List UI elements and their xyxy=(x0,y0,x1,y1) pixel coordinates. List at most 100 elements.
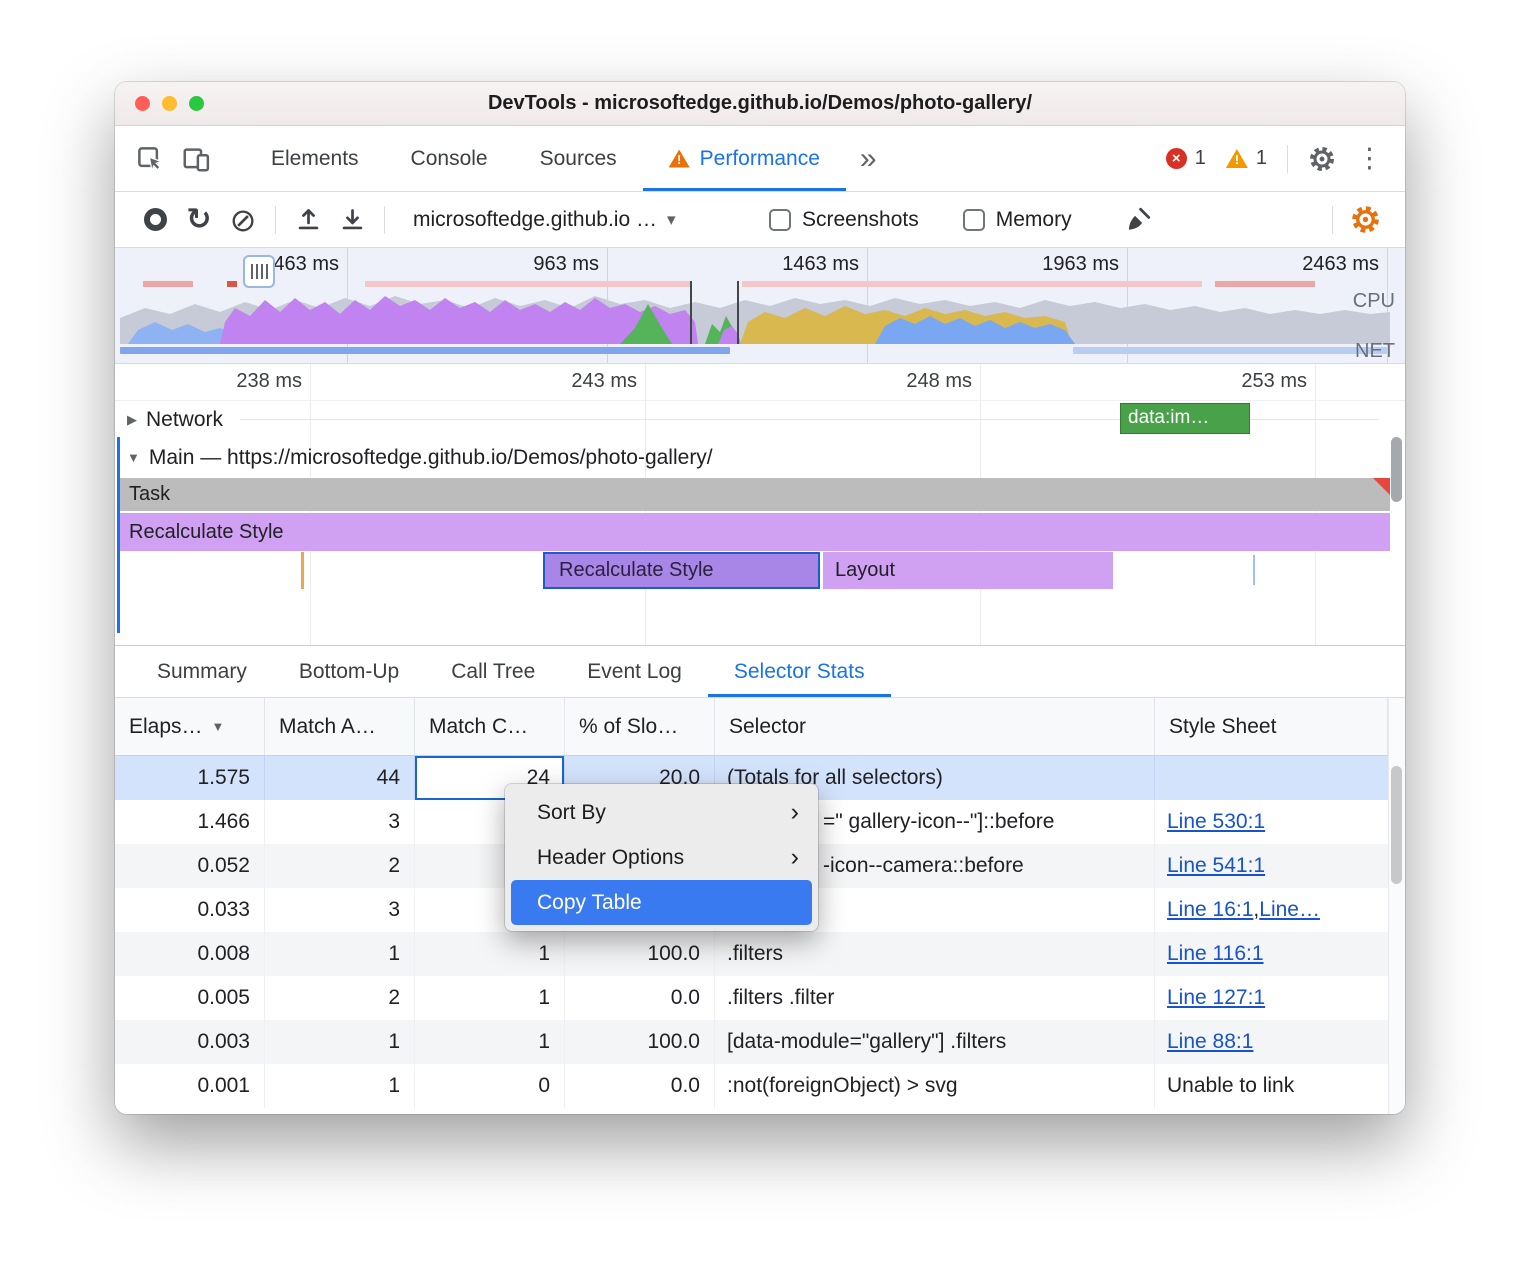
table-row[interactable]: 0.001100.0:not(foreignObject) > svgUnabl… xyxy=(115,1064,1405,1108)
table-scrollbar-track[interactable] xyxy=(1388,699,1405,1114)
collect-garbage-icon[interactable] xyxy=(1116,206,1160,234)
main-track-header[interactable]: ▼ Main — https://microsoftedge.github.io… xyxy=(115,437,1387,478)
window-selection-right-line[interactable] xyxy=(737,281,739,344)
column-header-match-c[interactable]: Match C… xyxy=(415,698,565,755)
load-profile-icon[interactable] xyxy=(330,206,374,233)
cell-selector[interactable]: .filters .filter xyxy=(715,976,1155,1020)
cell-selector[interactable]: :not(foreignObject) > svg xyxy=(715,1064,1155,1108)
cell-style-sheet[interactable]: Line 127:1 xyxy=(1155,976,1388,1020)
cell-style-sheet[interactable]: Line 116:1 xyxy=(1155,932,1388,976)
column-header-selector[interactable]: Selector xyxy=(715,698,1155,755)
cell-elapsed[interactable]: 0.033 xyxy=(115,888,265,932)
cell-elapsed[interactable]: 1.575 xyxy=(115,756,265,800)
cell-percent-slow[interactable]: 0.0 xyxy=(565,976,715,1020)
cell-percent-slow[interactable]: 100.0 xyxy=(565,1020,715,1064)
cell-selector[interactable]: .filters xyxy=(715,932,1155,976)
tab-performance[interactable]: !Performance xyxy=(643,126,846,191)
timeline-area[interactable]: ▶ Network data:im… ▼ Main — https://micr… xyxy=(115,364,1405,645)
menu-item-copy-table[interactable]: Copy Table xyxy=(511,880,812,925)
network-request-block[interactable]: data:im… xyxy=(1120,403,1250,434)
timeline-scrollbar-thumb[interactable] xyxy=(1391,437,1402,502)
selected-recalculate-style-block[interactable]: Recalculate Style xyxy=(543,552,820,589)
tab-sources[interactable]: Sources xyxy=(514,126,643,191)
recalculate-style-block[interactable]: Recalculate Style xyxy=(120,513,1390,551)
style-sheet-link[interactable]: Line 88:1 xyxy=(1167,1030,1253,1054)
style-sheet-link[interactable]: Line 116:1 xyxy=(1167,942,1264,966)
style-sheet-link[interactable]: Line 541:1 xyxy=(1167,854,1265,878)
cell-match-attempts[interactable]: 2 xyxy=(265,976,415,1020)
table-scrollbar-thumb[interactable] xyxy=(1391,766,1402,884)
layout-event-block[interactable]: Layout xyxy=(823,552,1113,589)
column-header-match-a[interactable]: Match A… xyxy=(265,698,415,755)
window-selection-left-line[interactable] xyxy=(690,281,692,344)
column-header-style-sheet[interactable]: Style Sheet xyxy=(1155,698,1388,755)
cell-style-sheet[interactable]: Line 88:1 xyxy=(1155,1020,1388,1064)
close-window-button[interactable] xyxy=(135,96,150,111)
cell-style-sheet[interactable] xyxy=(1155,756,1388,800)
table-row[interactable]: 0.005210.0.filters .filter Line 127:1 xyxy=(115,976,1405,1020)
menu-item-header-options[interactable]: Header Options› xyxy=(511,835,812,880)
cell-style-sheet[interactable]: Line 541:1 xyxy=(1155,844,1388,888)
cell-match-count[interactable]: 1 xyxy=(415,932,565,976)
warning-count-badge[interactable]: ! 1 xyxy=(1226,147,1267,170)
clear-recording-icon[interactable]: ⊘ xyxy=(221,204,265,236)
tab-console[interactable]: Console xyxy=(385,126,514,191)
screenshots-checkbox[interactable] xyxy=(769,209,791,231)
style-sheet-link[interactable]: Line 530:1 xyxy=(1167,810,1265,834)
tab-elements[interactable]: Elements xyxy=(245,126,385,191)
minimize-window-button[interactable] xyxy=(162,96,177,111)
cell-style-sheet[interactable]: Unable to link xyxy=(1155,1064,1388,1108)
cell-elapsed[interactable]: 0.052 xyxy=(115,844,265,888)
memory-checkbox-wrap[interactable]: Memory xyxy=(963,208,1072,232)
cell-match-attempts[interactable]: 1 xyxy=(265,1064,415,1108)
column-header-of-slo[interactable]: % of Slo… xyxy=(565,698,715,755)
style-sheet-link[interactable]: Line… xyxy=(1259,898,1320,922)
more-tabs-icon[interactable]: » xyxy=(860,126,877,191)
record-button[interactable] xyxy=(133,208,177,231)
device-toolbar-icon[interactable] xyxy=(173,126,219,191)
settings-gear-icon[interactable] xyxy=(1308,145,1336,173)
triangle-right-icon[interactable]: ▶ xyxy=(127,412,137,428)
panel-tab-call-tree[interactable]: Call Tree xyxy=(425,646,561,697)
cell-match-count[interactable]: 1 xyxy=(415,976,565,1020)
panel-tab-selector-stats[interactable]: Selector Stats xyxy=(708,646,891,697)
column-header-elaps[interactable]: Elaps…▼ xyxy=(115,698,265,755)
save-profile-icon[interactable] xyxy=(286,206,330,233)
cell-style-sheet[interactable]: Line 16:1 , Line… xyxy=(1155,888,1388,932)
cell-elapsed[interactable]: 0.008 xyxy=(115,932,265,976)
cell-match-attempts[interactable]: 2 xyxy=(265,844,415,888)
triangle-down-icon[interactable]: ▼ xyxy=(127,450,140,465)
screenshots-checkbox-wrap[interactable]: Screenshots xyxy=(769,208,919,232)
style-sheet-link[interactable]: Line 16:1 xyxy=(1167,898,1253,922)
cell-elapsed[interactable]: 1.466 xyxy=(115,800,265,844)
history-select[interactable]: microsoftedge.github.io … ▾ xyxy=(413,208,743,232)
table-row[interactable]: 0.00311100.0[data-module="gallery"] .fil… xyxy=(115,1020,1405,1064)
cell-elapsed[interactable]: 0.003 xyxy=(115,1020,265,1064)
more-options-icon[interactable]: ⋮ xyxy=(1356,145,1383,172)
memory-checkbox[interactable] xyxy=(963,209,985,231)
style-sheet-link[interactable]: Line 127:1 xyxy=(1167,986,1265,1010)
cell-match-attempts[interactable]: 1 xyxy=(265,932,415,976)
task-event-block[interactable]: Task xyxy=(120,478,1390,511)
menu-item-sort-by[interactable]: Sort By› xyxy=(511,790,812,835)
cell-style-sheet[interactable]: Line 530:1 xyxy=(1155,800,1388,844)
cell-match-count[interactable]: 1 xyxy=(415,1020,565,1064)
cell-match-attempts[interactable]: 3 xyxy=(265,800,415,844)
cell-percent-slow[interactable]: 0.0 xyxy=(565,1064,715,1108)
panel-tab-summary[interactable]: Summary xyxy=(131,646,273,697)
fullscreen-window-button[interactable] xyxy=(189,96,204,111)
inspect-element-icon[interactable] xyxy=(127,126,173,191)
reload-and-record-icon[interactable]: ↻ xyxy=(177,205,221,235)
panel-tab-bottom-up[interactable]: Bottom-Up xyxy=(273,646,425,697)
cell-elapsed[interactable]: 0.005 xyxy=(115,976,265,1020)
cell-selector[interactable]: [data-module="gallery"] .filters xyxy=(715,1020,1155,1064)
error-count-badge[interactable]: × 1 xyxy=(1166,147,1206,170)
cell-elapsed[interactable]: 0.001 xyxy=(115,1064,265,1108)
cell-match-attempts[interactable]: 3 xyxy=(265,888,415,932)
cell-match-attempts[interactable]: 44 xyxy=(265,756,415,800)
capture-settings-gear-icon[interactable] xyxy=(1343,204,1387,235)
range-drag-handle[interactable] xyxy=(243,255,275,288)
cell-percent-slow[interactable]: 100.0 xyxy=(565,932,715,976)
cell-match-attempts[interactable]: 1 xyxy=(265,1020,415,1064)
table-row[interactable]: 0.00811100.0.filtersLine 116:1 xyxy=(115,932,1405,976)
